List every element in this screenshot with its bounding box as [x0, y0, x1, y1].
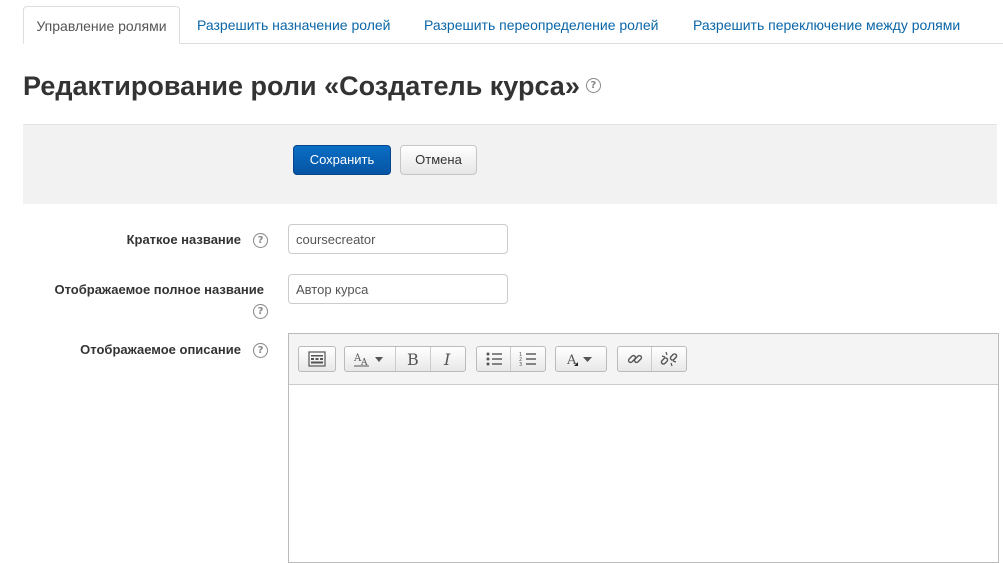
description-textarea[interactable] [289, 385, 998, 562]
shortname-help-icon[interactable]: ? [253, 233, 268, 248]
toolbar-group-links [617, 346, 687, 372]
role-tabs: Управление ролями Разрешить назначение р… [0, 0, 1003, 44]
description-editor: AA B I 123 A [288, 333, 999, 563]
tab-allow-switch[interactable]: Разрешить переключение между ролями [693, 6, 960, 44]
tab-allow-override[interactable]: Разрешить переопределение ролей [424, 6, 658, 44]
unlink-icon[interactable] [652, 347, 686, 371]
tab-allow-assign[interactable]: Разрешить назначение ролей [197, 6, 390, 44]
cancel-button[interactable]: Отмена [400, 145, 477, 175]
svg-text:B: B [407, 350, 419, 368]
shortname-label: Краткое название [126, 232, 241, 247]
svg-text:I: I [443, 350, 451, 368]
font-size-icon[interactable]: AA [345, 347, 396, 371]
text-color-icon[interactable]: A [556, 347, 606, 371]
italic-icon[interactable]: I [431, 347, 465, 371]
toolbar-toggle-icon[interactable] [299, 347, 335, 371]
ordered-list-icon[interactable]: 123 [511, 347, 545, 371]
svg-text:3: 3 [519, 362, 522, 367]
help-icon[interactable]: ? [585, 78, 601, 94]
editor-toolbar: AA B I 123 A [289, 334, 998, 385]
description-label: Отображаемое описание [80, 342, 241, 357]
page-title: Редактирование роли «Создатель курса»? [23, 68, 601, 104]
tab-manage-roles[interactable]: Управление ролями [23, 6, 180, 44]
fullname-input[interactable] [288, 274, 508, 304]
bold-icon[interactable]: B [396, 347, 431, 371]
save-button[interactable]: Сохранить [293, 145, 391, 175]
description-help-icon[interactable]: ? [253, 343, 268, 358]
action-panel: Сохранить Отмена [23, 124, 997, 204]
link-icon[interactable] [618, 347, 652, 371]
toolbar-group-toggle [298, 346, 336, 372]
unordered-list-icon[interactable] [477, 347, 511, 371]
toolbar-group-format: AA B I [344, 346, 466, 372]
toolbar-group-lists: 123 [476, 346, 546, 372]
shortname-input[interactable] [288, 224, 508, 254]
page-title-text: Редактирование роли «Создатель курса» [23, 71, 580, 101]
fullname-label: Отображаемое полное название [54, 282, 264, 297]
toolbar-group-color: A [555, 346, 607, 372]
fullname-help-icon[interactable]: ? [253, 304, 268, 319]
